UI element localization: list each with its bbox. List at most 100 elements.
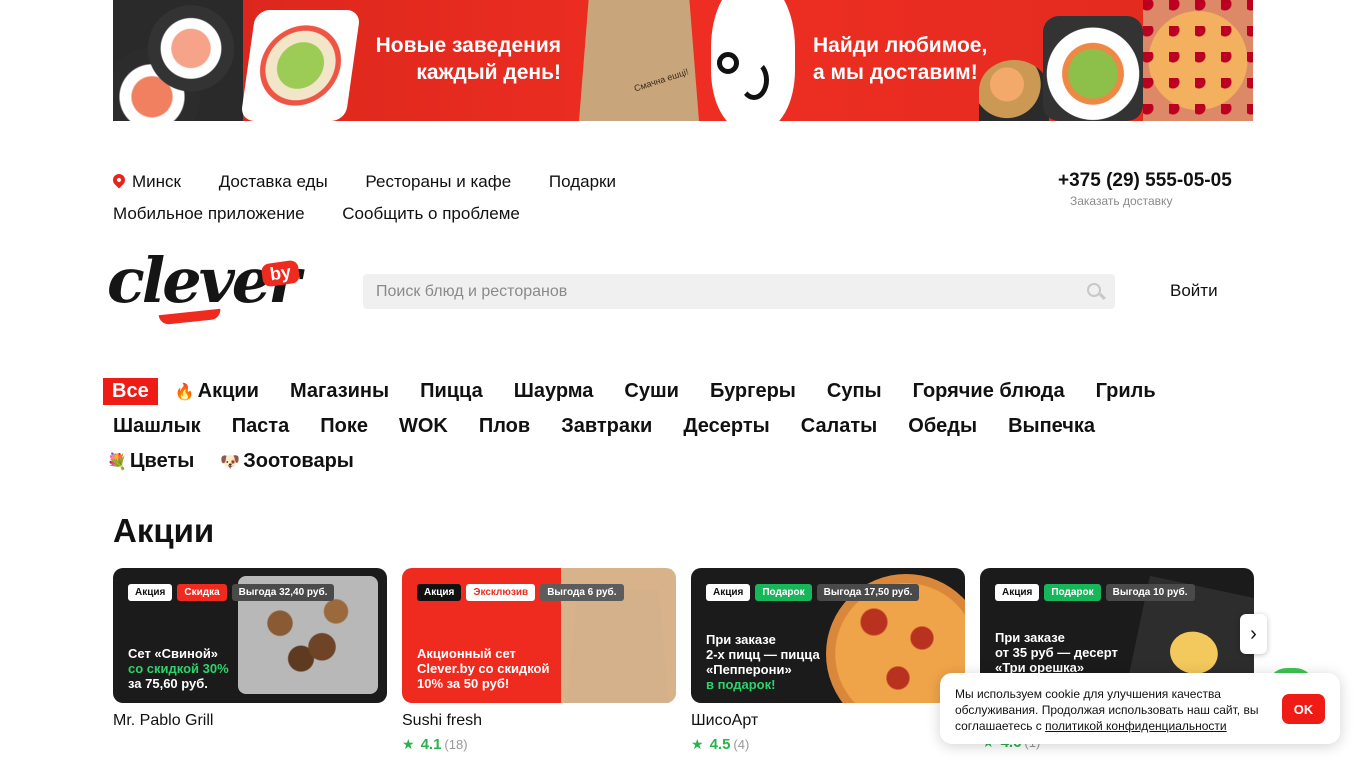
rating: ★ 4.1 (18) [402,736,676,753]
site-logo[interactable]: clever by [107,246,307,328]
restaurant-name[interactable]: Mr. Pablo Grill [113,712,387,730]
category-grill[interactable]: Гриль [1096,378,1156,405]
category-breakfasts[interactable]: Завтраки [561,413,652,440]
promo-line: Clever.by со скидкой [417,661,550,676]
category-promo[interactable]: 🔥 Акции [175,378,259,405]
category-burgers[interactable]: Бургеры [710,378,796,405]
category-row: Шашлык Паста Поке WOK Плов Завтраки Десе… [103,409,1263,444]
category-pets[interactable]: 🐶 Зоотовары [220,448,354,475]
cookie-ok-button[interactable]: OK [1282,694,1325,724]
badge-promo: Акция [128,584,173,601]
category-desserts[interactable]: Десерты [683,413,769,440]
cookie-notice: Мы используем cookie для улучшения качес… [940,673,1340,744]
category-hot-dishes[interactable]: Горячие блюда [913,378,1065,405]
category-shops[interactable]: Магазины [290,378,389,405]
promo-text: Сет «Свиной» со скидкой 30% за 75,60 руб… [128,646,229,691]
promo-card-image[interactable]: Акция Подарок Выгода 17,50 руб. При зака… [691,568,965,703]
paper-bag-image [567,590,669,703]
restaurant-name[interactable]: ШисоАрт [691,712,965,730]
mascot-eye [717,52,739,74]
city-selector[interactable]: Минск [110,171,181,192]
promo-card[interactable]: Акция Эксклюзив Выгода 6 руб. Акционный … [402,568,676,753]
promo-line: 10% за 50 руб! [417,676,510,691]
phone-number[interactable]: +375 (29) 555-05-05 [1058,170,1232,192]
category-lunches[interactable]: Обеды [908,413,977,440]
paper-bag-image [579,0,699,121]
category-soups[interactable]: Супы [827,378,882,405]
badge-savings: Выгода 17,50 руб. [816,584,920,601]
category-wok[interactable]: WOK [399,413,448,440]
promo-card-image[interactable]: Акция Скидка Выгода 32,40 руб. Сет «Свин… [113,568,387,703]
category-row: 💐 Цветы 🐶 Зоотовары [103,444,1263,479]
nav-link-report-problem[interactable]: Сообщить о проблеме [342,204,520,224]
rating-count: (18) [444,737,468,752]
phone-subtitle: Заказать доставку [1070,194,1173,208]
promo-line: 2-х пицц — пицца [706,647,820,662]
city-label: Минск [132,172,181,191]
category-all[interactable]: Все [103,378,158,405]
category-pasta[interactable]: Паста [232,413,290,440]
category-poke[interactable]: Поке [320,413,368,440]
promo-text: При заказе 2-х пицц — пицца «Пепперони» … [706,632,820,692]
category-flowers[interactable]: 💐 Цветы [107,448,194,475]
section-title-promos: Акции [113,512,215,549]
badge-promo: Акция [417,584,462,601]
salad-bowl-image [1043,16,1143,121]
top-nav-row-1: Минск Доставка еды Рестораны и кафе Пода… [110,171,649,192]
salad-image [240,10,361,121]
chevron-right-icon: › [1250,622,1257,645]
location-pin-icon [110,171,128,189]
dog-icon: 🐶 [220,453,241,471]
promo-line: со скидкой 30% [128,661,229,676]
category-plov[interactable]: Плов [479,413,530,440]
flower-icon: 💐 [107,453,127,471]
badge-group: Акция Скидка Выгода 32,40 руб. [128,584,335,601]
privacy-policy-link[interactable]: политикой конфиденциальности [1045,719,1226,733]
promo-banner[interactable]: Новые заведения каждый день! Смачна ешці… [113,0,1253,121]
category-sushi[interactable]: Суши [624,378,679,405]
category-pizza[interactable]: Пицца [420,378,483,405]
category-bakery[interactable]: Выпечка [1008,413,1095,440]
promo-card[interactable]: Акция Скидка Выгода 32,40 руб. Сет «Свин… [113,568,387,730]
pizza-image [1143,0,1253,121]
badge-exclusive: Эксклюзив [466,584,536,601]
badge-gift: Подарок [1044,584,1101,601]
promo-line: При заказе [706,632,776,647]
nav-link-gifts[interactable]: Подарки [549,172,616,192]
search-icon[interactable] [1087,283,1101,297]
top-nav-row-2: Мобильное приложение Сообщить о проблеме [113,204,553,224]
promo-card-image[interactable]: Акция Эксклюзив Выгода 6 руб. Акционный … [402,568,676,703]
nav-link-food-delivery[interactable]: Доставка еды [219,172,328,192]
badge-savings: Выгода 6 руб. [540,584,624,601]
category-shawarma[interactable]: Шаурма [514,378,594,405]
promo-line: в подарок! [706,677,776,692]
banner-text-right: Найди любимое, а мы доставим! [813,34,988,84]
nav-link-restaurants[interactable]: Рестораны и кафе [365,172,511,192]
food-image [979,60,1049,121]
restaurant-name[interactable]: Sushi fresh [402,712,676,730]
rating: ★ 4.5 (4) [691,736,965,753]
login-button[interactable]: Войти [1170,281,1218,301]
category-label: Цветы [129,450,195,472]
carousel-next-button[interactable]: › [1240,614,1267,654]
badge-savings: Выгода 32,40 руб. [231,584,335,601]
badge-promo: Акция [995,584,1040,601]
promo-line: за 75,60 руб. [128,676,208,691]
badge-group: Акция Подарок Выгода 17,50 руб. [706,584,920,601]
category-salads[interactable]: Салаты [801,413,878,440]
nav-link-mobile-app[interactable]: Мобильное приложение [113,204,305,224]
promo-line: от 35 руб — десерт [995,645,1118,660]
badge-discount: Скидка [177,584,227,601]
search-input[interactable] [363,274,1115,309]
banner-text-left: Новые заведения каждый день! [375,34,561,84]
promo-card[interactable]: Акция Подарок Выгода 17,50 руб. При зака… [691,568,965,753]
sushi-image [113,0,243,121]
category-shashlik[interactable]: Шашлык [113,413,201,440]
star-icon: ★ [691,736,704,752]
badge-group: Акция Эксклюзив Выгода 6 руб. [417,584,624,601]
category-label: Акции [197,380,259,402]
rating-value: 4.1 [420,736,442,753]
star-icon: ★ [402,736,415,752]
mascot-smile [739,60,769,100]
category-label: Зоотовары [243,450,354,472]
